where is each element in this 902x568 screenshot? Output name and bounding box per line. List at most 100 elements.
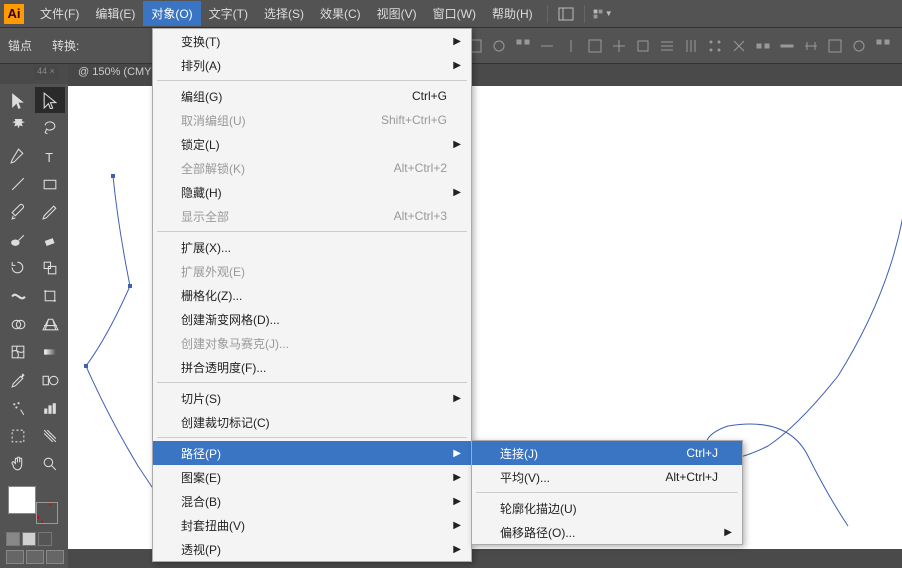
zoom-tool[interactable] bbox=[35, 451, 65, 477]
option-icon-11[interactable] bbox=[680, 35, 702, 57]
symbol-sprayer-tool[interactable] bbox=[3, 395, 33, 421]
menu-item-6[interactable]: 视图(V) bbox=[369, 1, 425, 26]
menu-label: 取消编组(U) bbox=[181, 112, 246, 129]
perspective-grid-tool[interactable] bbox=[35, 311, 65, 337]
gradient-tool[interactable] bbox=[35, 339, 65, 365]
option-icons bbox=[416, 35, 894, 57]
option-icon-17[interactable] bbox=[824, 35, 846, 57]
arrange-icon[interactable]: ▼ bbox=[593, 4, 613, 24]
tab-handle[interactable]: 44 × bbox=[34, 66, 58, 80]
option-icon-15[interactable] bbox=[776, 35, 798, 57]
fill-stroke-swatch[interactable] bbox=[4, 482, 64, 526]
eyedropper-tool[interactable] bbox=[3, 367, 33, 393]
object-menu-item-24[interactable]: 透视(P)▶ bbox=[153, 537, 471, 561]
menu-item-1[interactable]: 编辑(E) bbox=[87, 1, 143, 26]
pen-tool[interactable] bbox=[3, 143, 33, 169]
menu-label: 封套扭曲(V) bbox=[181, 517, 245, 534]
layout-icon[interactable] bbox=[556, 4, 576, 24]
type-tool[interactable]: T bbox=[35, 143, 65, 169]
menubar: Ai 文件(F)编辑(E)对象(O)文字(T)选择(S)效果(C)视图(V)窗口… bbox=[0, 0, 902, 28]
rotate-tool[interactable] bbox=[3, 255, 33, 281]
object-menu-item-21[interactable]: 图案(E)▶ bbox=[153, 465, 471, 489]
menu-item-3[interactable]: 文字(T) bbox=[201, 1, 256, 26]
free-transform-tool[interactable] bbox=[35, 283, 65, 309]
document-tab[interactable]: @ 150% (CMY bbox=[68, 64, 162, 86]
object-menu-item-13[interactable]: 创建渐变网格(D)... bbox=[153, 307, 471, 331]
object-menu-item-5[interactable]: 锁定(L)▶ bbox=[153, 132, 471, 156]
object-menu-item-18[interactable]: 创建裁切标记(C) bbox=[153, 410, 471, 434]
menu-item-7[interactable]: 窗口(W) bbox=[425, 1, 484, 26]
width-tool[interactable] bbox=[3, 283, 33, 309]
line-tool[interactable] bbox=[3, 171, 33, 197]
scale-tool[interactable] bbox=[35, 255, 65, 281]
object-menu-item-7[interactable]: 隐藏(H)▶ bbox=[153, 180, 471, 204]
object-menu-item-15[interactable]: 拼合透明度(F)... bbox=[153, 355, 471, 379]
object-menu-item-3[interactable]: 编组(G)Ctrl+G bbox=[153, 84, 471, 108]
object-menu-item-23[interactable]: 封套扭曲(V)▶ bbox=[153, 513, 471, 537]
object-menu-item-22[interactable]: 混合(B)▶ bbox=[153, 489, 471, 513]
menu-item-4[interactable]: 选择(S) bbox=[256, 1, 312, 26]
path-submenu-item-1[interactable]: 平均(V)...Alt+Ctrl+J bbox=[472, 465, 742, 489]
option-icon-16[interactable] bbox=[800, 35, 822, 57]
option-icon-13[interactable] bbox=[728, 35, 750, 57]
option-icon-7[interactable] bbox=[584, 35, 606, 57]
option-icon-6[interactable] bbox=[560, 35, 582, 57]
option-icon-8[interactable] bbox=[608, 35, 630, 57]
screen-mode-icon[interactable] bbox=[46, 550, 64, 564]
svg-text:T: T bbox=[45, 151, 53, 165]
shortcut-label: Ctrl+J bbox=[686, 446, 718, 460]
object-menu-item-0[interactable]: 变换(T)▶ bbox=[153, 29, 471, 53]
menu-label: 显示全部 bbox=[181, 208, 229, 225]
screen-mode-icon[interactable] bbox=[26, 550, 44, 564]
object-menu-item-12[interactable]: 栅格化(Z)... bbox=[153, 283, 471, 307]
menu-label: 透视(P) bbox=[181, 541, 221, 558]
color-mode-box[interactable] bbox=[6, 532, 20, 546]
submenu-arrow-icon: ▶ bbox=[453, 36, 461, 47]
option-icon-4[interactable] bbox=[512, 35, 534, 57]
direct-selection-tool[interactable] bbox=[35, 87, 65, 113]
option-icon-5[interactable] bbox=[536, 35, 558, 57]
menu-item-8[interactable]: 帮助(H) bbox=[484, 1, 541, 26]
path-submenu-item-0[interactable]: 连接(J)Ctrl+J bbox=[472, 441, 742, 465]
selection-tool[interactable] bbox=[3, 87, 33, 113]
hand-tool[interactable] bbox=[3, 451, 33, 477]
blend-tool[interactable] bbox=[35, 367, 65, 393]
mesh-tool[interactable] bbox=[3, 339, 33, 365]
path-submenu-item-4[interactable]: 偏移路径(O)...▶ bbox=[472, 520, 742, 544]
lasso-tool[interactable] bbox=[35, 115, 65, 141]
object-menu-separator bbox=[157, 382, 467, 383]
option-icon-18[interactable] bbox=[848, 35, 870, 57]
option-icon-14[interactable] bbox=[752, 35, 774, 57]
submenu-arrow-icon: ▶ bbox=[453, 448, 461, 459]
option-icon-3[interactable] bbox=[488, 35, 510, 57]
artboard-tool[interactable] bbox=[3, 423, 33, 449]
object-menu-item-17[interactable]: 切片(S)▶ bbox=[153, 386, 471, 410]
menu-label: 锁定(L) bbox=[181, 136, 220, 153]
option-icon-10[interactable] bbox=[656, 35, 678, 57]
object-menu-item-20[interactable]: 路径(P)▶ bbox=[153, 441, 471, 465]
magic-wand-tool[interactable] bbox=[3, 115, 33, 141]
menu-item-2[interactable]: 对象(O) bbox=[143, 1, 200, 26]
slice-tool[interactable] bbox=[35, 423, 65, 449]
eraser-tool[interactable] bbox=[35, 227, 65, 253]
object-menu-item-10[interactable]: 扩展(X)... bbox=[153, 235, 471, 259]
menu-item-5[interactable]: 效果(C) bbox=[312, 1, 369, 26]
rectangle-tool[interactable] bbox=[35, 171, 65, 197]
screen-mode-icon[interactable] bbox=[6, 550, 24, 564]
color-mode-row bbox=[6, 532, 62, 546]
blob-brush-tool[interactable] bbox=[3, 227, 33, 253]
paintbrush-tool[interactable] bbox=[3, 199, 33, 225]
path-submenu-item-3[interactable]: 轮廓化描边(U) bbox=[472, 496, 742, 520]
menu-item-0[interactable]: 文件(F) bbox=[32, 1, 87, 26]
color-mode-box[interactable] bbox=[38, 532, 52, 546]
shape-builder-tool[interactable] bbox=[3, 311, 33, 337]
option-icon-12[interactable] bbox=[704, 35, 726, 57]
menu-label: 混合(B) bbox=[181, 493, 221, 510]
shortcut-label: Shift+Ctrl+G bbox=[381, 113, 447, 127]
column-graph-tool[interactable] bbox=[35, 395, 65, 421]
color-mode-box[interactable] bbox=[22, 532, 36, 546]
option-icon-9[interactable] bbox=[632, 35, 654, 57]
object-menu-item-1[interactable]: 排列(A)▶ bbox=[153, 53, 471, 77]
option-icon-19[interactable] bbox=[872, 35, 894, 57]
pencil-tool[interactable] bbox=[35, 199, 65, 225]
